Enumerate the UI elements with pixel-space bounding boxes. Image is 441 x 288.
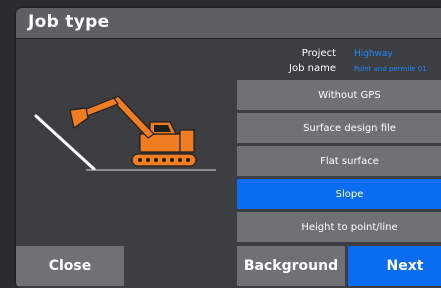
job-type-dialog: Job type Project Highway Job name Point … bbox=[16, 8, 441, 288]
option-without-gps[interactable]: Without GPS bbox=[237, 80, 441, 110]
project-value: Highway bbox=[354, 49, 393, 59]
next-button[interactable]: Next bbox=[348, 246, 441, 286]
option-label: Without GPS bbox=[318, 89, 381, 101]
job-name-value: Point and permile 01 bbox=[354, 65, 427, 73]
background-button-label: Background bbox=[243, 258, 339, 274]
excavator-slope-illustration bbox=[34, 95, 216, 171]
option-label: Surface design file bbox=[303, 122, 396, 134]
option-label: Height to point/line bbox=[301, 221, 398, 233]
job-name-label: Job name bbox=[289, 63, 336, 74]
option-label: Slope bbox=[335, 188, 364, 200]
close-button[interactable]: Close bbox=[16, 246, 124, 286]
option-flat-surface[interactable]: Flat surface bbox=[237, 146, 441, 176]
close-button-label: Close bbox=[48, 258, 92, 274]
option-slope[interactable]: Slope bbox=[237, 179, 441, 209]
project-label: Project bbox=[301, 48, 336, 59]
option-surface-design-file[interactable]: Surface design file bbox=[237, 113, 441, 143]
next-button-label: Next bbox=[386, 258, 424, 274]
option-label: Flat surface bbox=[320, 155, 379, 167]
excavator-icon bbox=[69, 95, 197, 167]
title-bar: Job type bbox=[16, 8, 441, 39]
dialog-title: Job type bbox=[28, 12, 110, 32]
option-height-to-point-line[interactable]: Height to point/line bbox=[237, 212, 441, 242]
background-button[interactable]: Background bbox=[237, 246, 345, 286]
